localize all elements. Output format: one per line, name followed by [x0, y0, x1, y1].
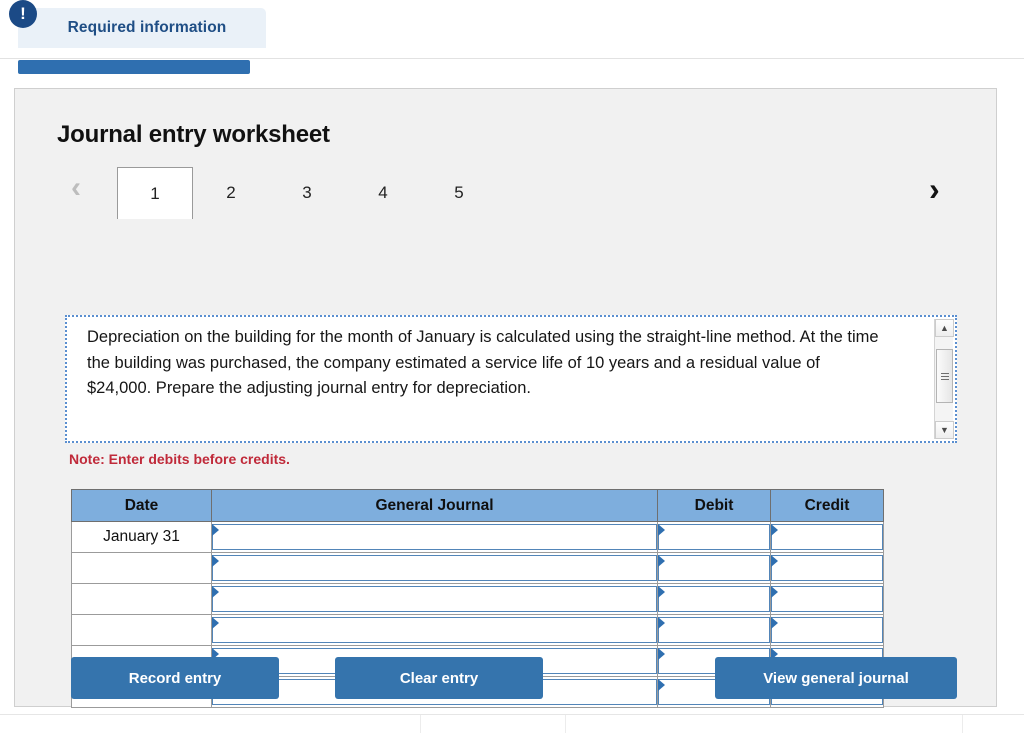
question-box: Depreciation on the building for the mon…: [65, 315, 957, 443]
table-row: [71, 614, 884, 646]
footer-divider: [0, 714, 1024, 715]
table-row: January 31: [71, 521, 884, 553]
credit-cell[interactable]: [770, 552, 884, 584]
worksheet-tab-2[interactable]: 2: [193, 167, 269, 218]
table-header-row: Date General Journal Debit Credit: [71, 489, 884, 522]
record-entry-button[interactable]: Record entry: [71, 657, 279, 699]
date-cell[interactable]: [71, 552, 212, 584]
scroll-up-icon[interactable]: ▲: [935, 319, 954, 337]
footer-column-divider: [565, 715, 566, 733]
general-journal-cell[interactable]: [211, 614, 658, 646]
credit-cell[interactable]: [770, 614, 884, 646]
credit-input[interactable]: [771, 555, 883, 581]
column-header-credit: Credit: [770, 489, 884, 522]
debit-cell[interactable]: [657, 583, 771, 615]
scrollbar-grip-icon: [940, 371, 949, 382]
required-information-label: Required information: [67, 19, 227, 36]
worksheet-tab-1[interactable]: 1: [117, 167, 193, 219]
general-journal-input[interactable]: [212, 617, 657, 643]
debit-input[interactable]: [658, 586, 770, 612]
question-text: Depreciation on the building for the mon…: [87, 328, 879, 397]
top-tab-strip: Required information !: [0, 0, 1024, 78]
general-journal-input[interactable]: [212, 524, 657, 550]
debit-input[interactable]: [658, 617, 770, 643]
worksheet-tab-4[interactable]: 4: [345, 167, 421, 218]
worksheet-tab-list: 1 2 3 4 5: [117, 167, 497, 219]
worksheet-panel: Journal entry worksheet ‹ 1 2 3 4 5 › De…: [14, 88, 997, 708]
date-cell[interactable]: January 31: [71, 521, 212, 553]
chevron-right-icon[interactable]: ›: [929, 173, 940, 205]
table-row: [71, 552, 884, 584]
credit-cell[interactable]: [770, 521, 884, 553]
clear-entry-button[interactable]: Clear entry: [335, 657, 543, 699]
worksheet-pager: ‹ 1 2 3 4 5 ›: [57, 167, 957, 219]
scrollbar-thumb[interactable]: [936, 349, 953, 403]
debit-cell[interactable]: [657, 552, 771, 584]
worksheet-tab-5[interactable]: 5: [421, 167, 497, 218]
debit-cell[interactable]: [657, 614, 771, 646]
scroll-down-icon[interactable]: ▼: [935, 421, 954, 439]
credit-input[interactable]: [771, 524, 883, 550]
general-journal-cell[interactable]: [211, 521, 658, 553]
credit-cell[interactable]: [770, 583, 884, 615]
date-cell[interactable]: [71, 583, 212, 615]
footer-column-divider: [962, 715, 963, 733]
column-header-general-journal: General Journal: [211, 489, 658, 522]
column-header-debit: Debit: [657, 489, 771, 522]
strip-divider: [0, 58, 1024, 59]
alert-exclamation-icon: !: [9, 0, 37, 28]
general-journal-input[interactable]: [212, 586, 657, 612]
general-journal-cell[interactable]: [211, 583, 658, 615]
credit-input[interactable]: [771, 586, 883, 612]
column-header-date: Date: [71, 489, 212, 522]
general-journal-input[interactable]: [212, 555, 657, 581]
credit-input[interactable]: [771, 617, 883, 643]
required-information-tab[interactable]: Required information: [18, 8, 266, 48]
page-title: Journal entry worksheet: [57, 121, 330, 148]
general-journal-cell[interactable]: [211, 552, 658, 584]
worksheet-tab-3[interactable]: 3: [269, 167, 345, 218]
view-general-journal-button[interactable]: View general journal: [715, 657, 957, 699]
alert-badge-glyph: !: [20, 4, 26, 23]
debit-input[interactable]: [658, 555, 770, 581]
active-tab-indicator-bar: [18, 60, 250, 74]
question-scrollbar[interactable]: ▲ ▼: [934, 319, 954, 439]
debits-before-credits-note: Note: Enter debits before credits.: [69, 451, 290, 467]
footer-column-divider: [420, 715, 421, 733]
debit-input[interactable]: [658, 524, 770, 550]
date-cell[interactable]: [71, 614, 212, 646]
table-row: [71, 583, 884, 615]
debit-cell[interactable]: [657, 521, 771, 553]
chevron-left-icon[interactable]: ‹: [71, 173, 81, 203]
